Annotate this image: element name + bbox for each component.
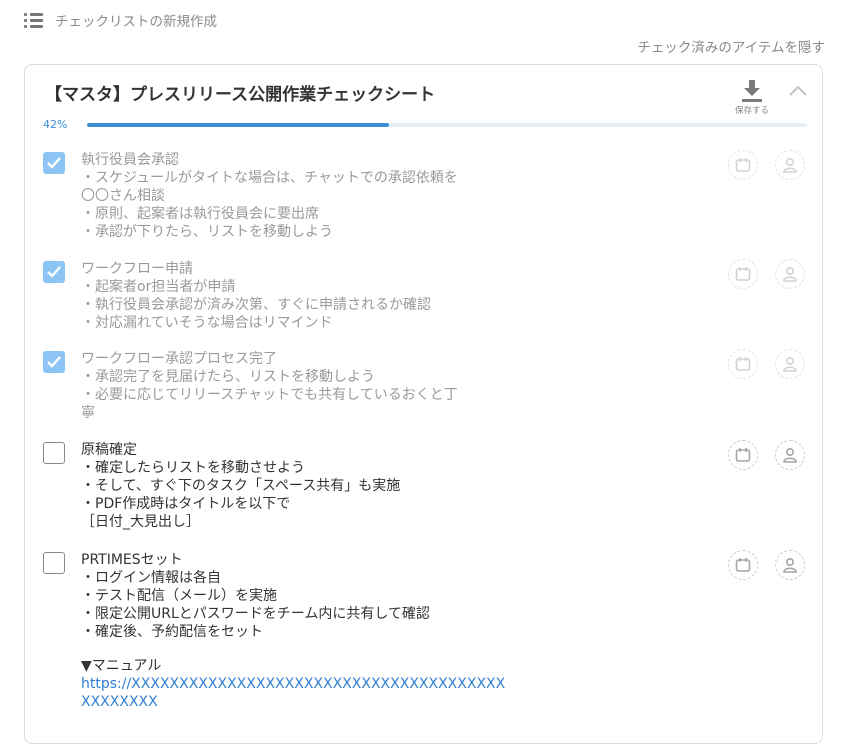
item-line: ・そして、すぐ下のタスク「スペース共有」も実施 <box>81 478 401 494</box>
item-title: ワークフロー申請 <box>81 261 193 277</box>
manual-link-continued[interactable]: XXXXXXXX <box>81 694 158 710</box>
item-line: ・対応漏れていそうな場合はリマインド <box>81 315 333 331</box>
item-description: ・承認完了を見届けたら、リストを移動しよう ・必要に応じてリリースチャットでも共… <box>81 368 501 422</box>
calendar-icon <box>735 448 751 462</box>
item-line: ・原則、起案者は執行役員会に要出席 <box>81 206 319 222</box>
item-title: ワークフロー承認プロセス完了 <box>81 351 277 367</box>
set-deadline-button[interactable] <box>728 259 758 289</box>
item-description: ・確定したらリストを移動させよう ・そして、すぐ下のタスク「スペース共有」も実施… <box>81 459 501 531</box>
set-deadline-button[interactable] <box>728 150 758 180</box>
calendar-icon <box>735 267 751 281</box>
item-description: ・ログイン情報は各自 ・テスト配信（メール）を実施 ・限定公開URLとパスワード… <box>81 569 505 711</box>
item-checkbox[interactable] <box>43 351 65 373</box>
assign-user-button[interactable] <box>775 150 805 180</box>
item-line: ・限定公開URLとパスワードをチーム内に共有して確認 <box>81 606 430 622</box>
item-line: ［日付_大見出し］ <box>81 514 200 530</box>
item-line: 〇〇さん相談 <box>81 188 165 204</box>
item-line: ・必要に応じてリリースチャットでも共有しているおくと丁 <box>81 387 458 403</box>
user-icon <box>783 157 797 173</box>
calendar-icon <box>735 357 751 371</box>
checklist-title: 【マスタ】プレスリリース公開作業チェックシート <box>45 85 436 105</box>
item-line: ・確定後、予約配信をセット <box>81 624 263 640</box>
item-checkbox[interactable] <box>43 261 65 283</box>
page-title: チェックリストの新規作成 <box>55 14 217 30</box>
item-line: ・ログイン情報は各自 <box>81 570 221 586</box>
manual-link[interactable]: https://XXXXXXXXXXXXXXXXXXXXXXXXXXXXXXXX… <box>81 676 505 692</box>
item-line: 寧 <box>81 405 95 421</box>
check-icon <box>47 266 61 278</box>
manual-heading: ▼マニュアル <box>81 658 162 674</box>
list-icon <box>24 11 44 29</box>
item-line: ・PDF作成時はタイトルを以下で <box>81 496 291 512</box>
item-line: ・スケジュールがタイトな場合は、チャットでの承認依頼を <box>81 170 458 186</box>
assign-user-button[interactable] <box>775 440 805 470</box>
item-checkbox[interactable] <box>43 442 65 464</box>
checklist-card: 【マスタ】プレスリリース公開作業チェックシート 保存する 42% 執行役員会承認… <box>24 64 823 744</box>
collapse-button[interactable] <box>787 82 809 100</box>
progress-percent: 42% <box>43 118 68 131</box>
check-icon <box>47 157 61 169</box>
assign-user-button[interactable] <box>775 550 805 580</box>
item-line: ・承認が下りたら、リストを移動しよう <box>81 224 333 240</box>
item-checkbox[interactable] <box>43 152 65 174</box>
item-title: PRTIMESセット <box>81 552 183 568</box>
item-title: 原稿確定 <box>81 442 137 458</box>
assign-user-button[interactable] <box>775 259 805 289</box>
item-line: ・起案者or担当者が申請 <box>81 279 236 295</box>
assign-user-button[interactable] <box>775 349 805 379</box>
download-icon <box>742 80 762 102</box>
page-header: チェックリストの新規作成 <box>24 10 217 30</box>
item-line: ・テスト配信（メール）を実施 <box>81 588 277 604</box>
calendar-icon <box>735 558 751 572</box>
item-checkbox[interactable] <box>43 552 65 574</box>
set-deadline-button[interactable] <box>728 550 758 580</box>
item-description: ・スケジュールがタイトな場合は、チャットでの承認依頼を 〇〇さん相談 ・原則、起… <box>81 169 501 241</box>
progress-bar-fill <box>87 123 390 127</box>
check-icon <box>47 356 61 368</box>
save-label: 保存する <box>734 106 769 116</box>
hide-checked-items-link[interactable]: チェック済みのアイテムを隠す <box>637 36 825 56</box>
progress-bar <box>87 123 807 127</box>
set-deadline-button[interactable] <box>728 349 758 379</box>
user-icon <box>783 447 797 463</box>
item-description: ・起案者or担当者が申請 ・執行役員会承認が済み次第、すぐに申請されるか確認 ・… <box>81 278 501 332</box>
item-line: ・執行役員会承認が済み次第、すぐに申請されるか確認 <box>81 297 431 313</box>
item-line: ・確定したらリストを移動させよう <box>81 460 305 476</box>
user-icon <box>783 557 797 573</box>
item-title: 執行役員会承認 <box>81 152 179 168</box>
calendar-icon <box>735 158 751 172</box>
item-line: ・承認完了を見届けたら、リストを移動しよう <box>81 369 375 385</box>
save-button[interactable]: 保存する <box>729 79 775 119</box>
user-icon <box>783 356 797 372</box>
chevron-up-icon <box>789 85 807 96</box>
user-icon <box>783 266 797 282</box>
set-deadline-button[interactable] <box>728 440 758 470</box>
